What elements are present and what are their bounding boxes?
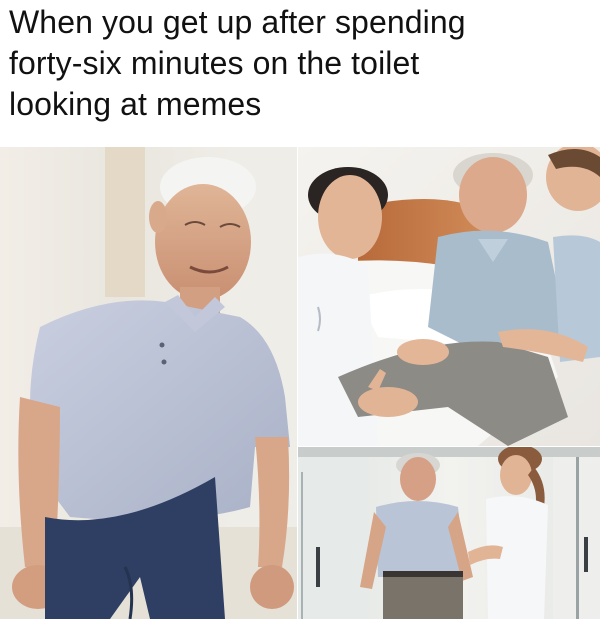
photo-nurse-supporting-man-walking <box>298 447 600 619</box>
caption-line-2: forty-six minutes on the toilet <box>9 45 420 81</box>
older-man-photo-illustration <box>0 147 297 619</box>
photo-nurses-helping-man-from-bed <box>298 147 600 446</box>
photo-older-man-standing-up <box>0 147 297 619</box>
walking-scene-photo-illustration <box>298 447 600 619</box>
photo-collage <box>0 147 600 619</box>
caption-line-3: looking at memes <box>9 86 262 122</box>
bed-scene-photo-illustration <box>298 147 600 446</box>
caption-line-1: When you get up after spending <box>9 4 466 40</box>
meme-caption: When you get up after spending forty-six… <box>9 2 594 125</box>
